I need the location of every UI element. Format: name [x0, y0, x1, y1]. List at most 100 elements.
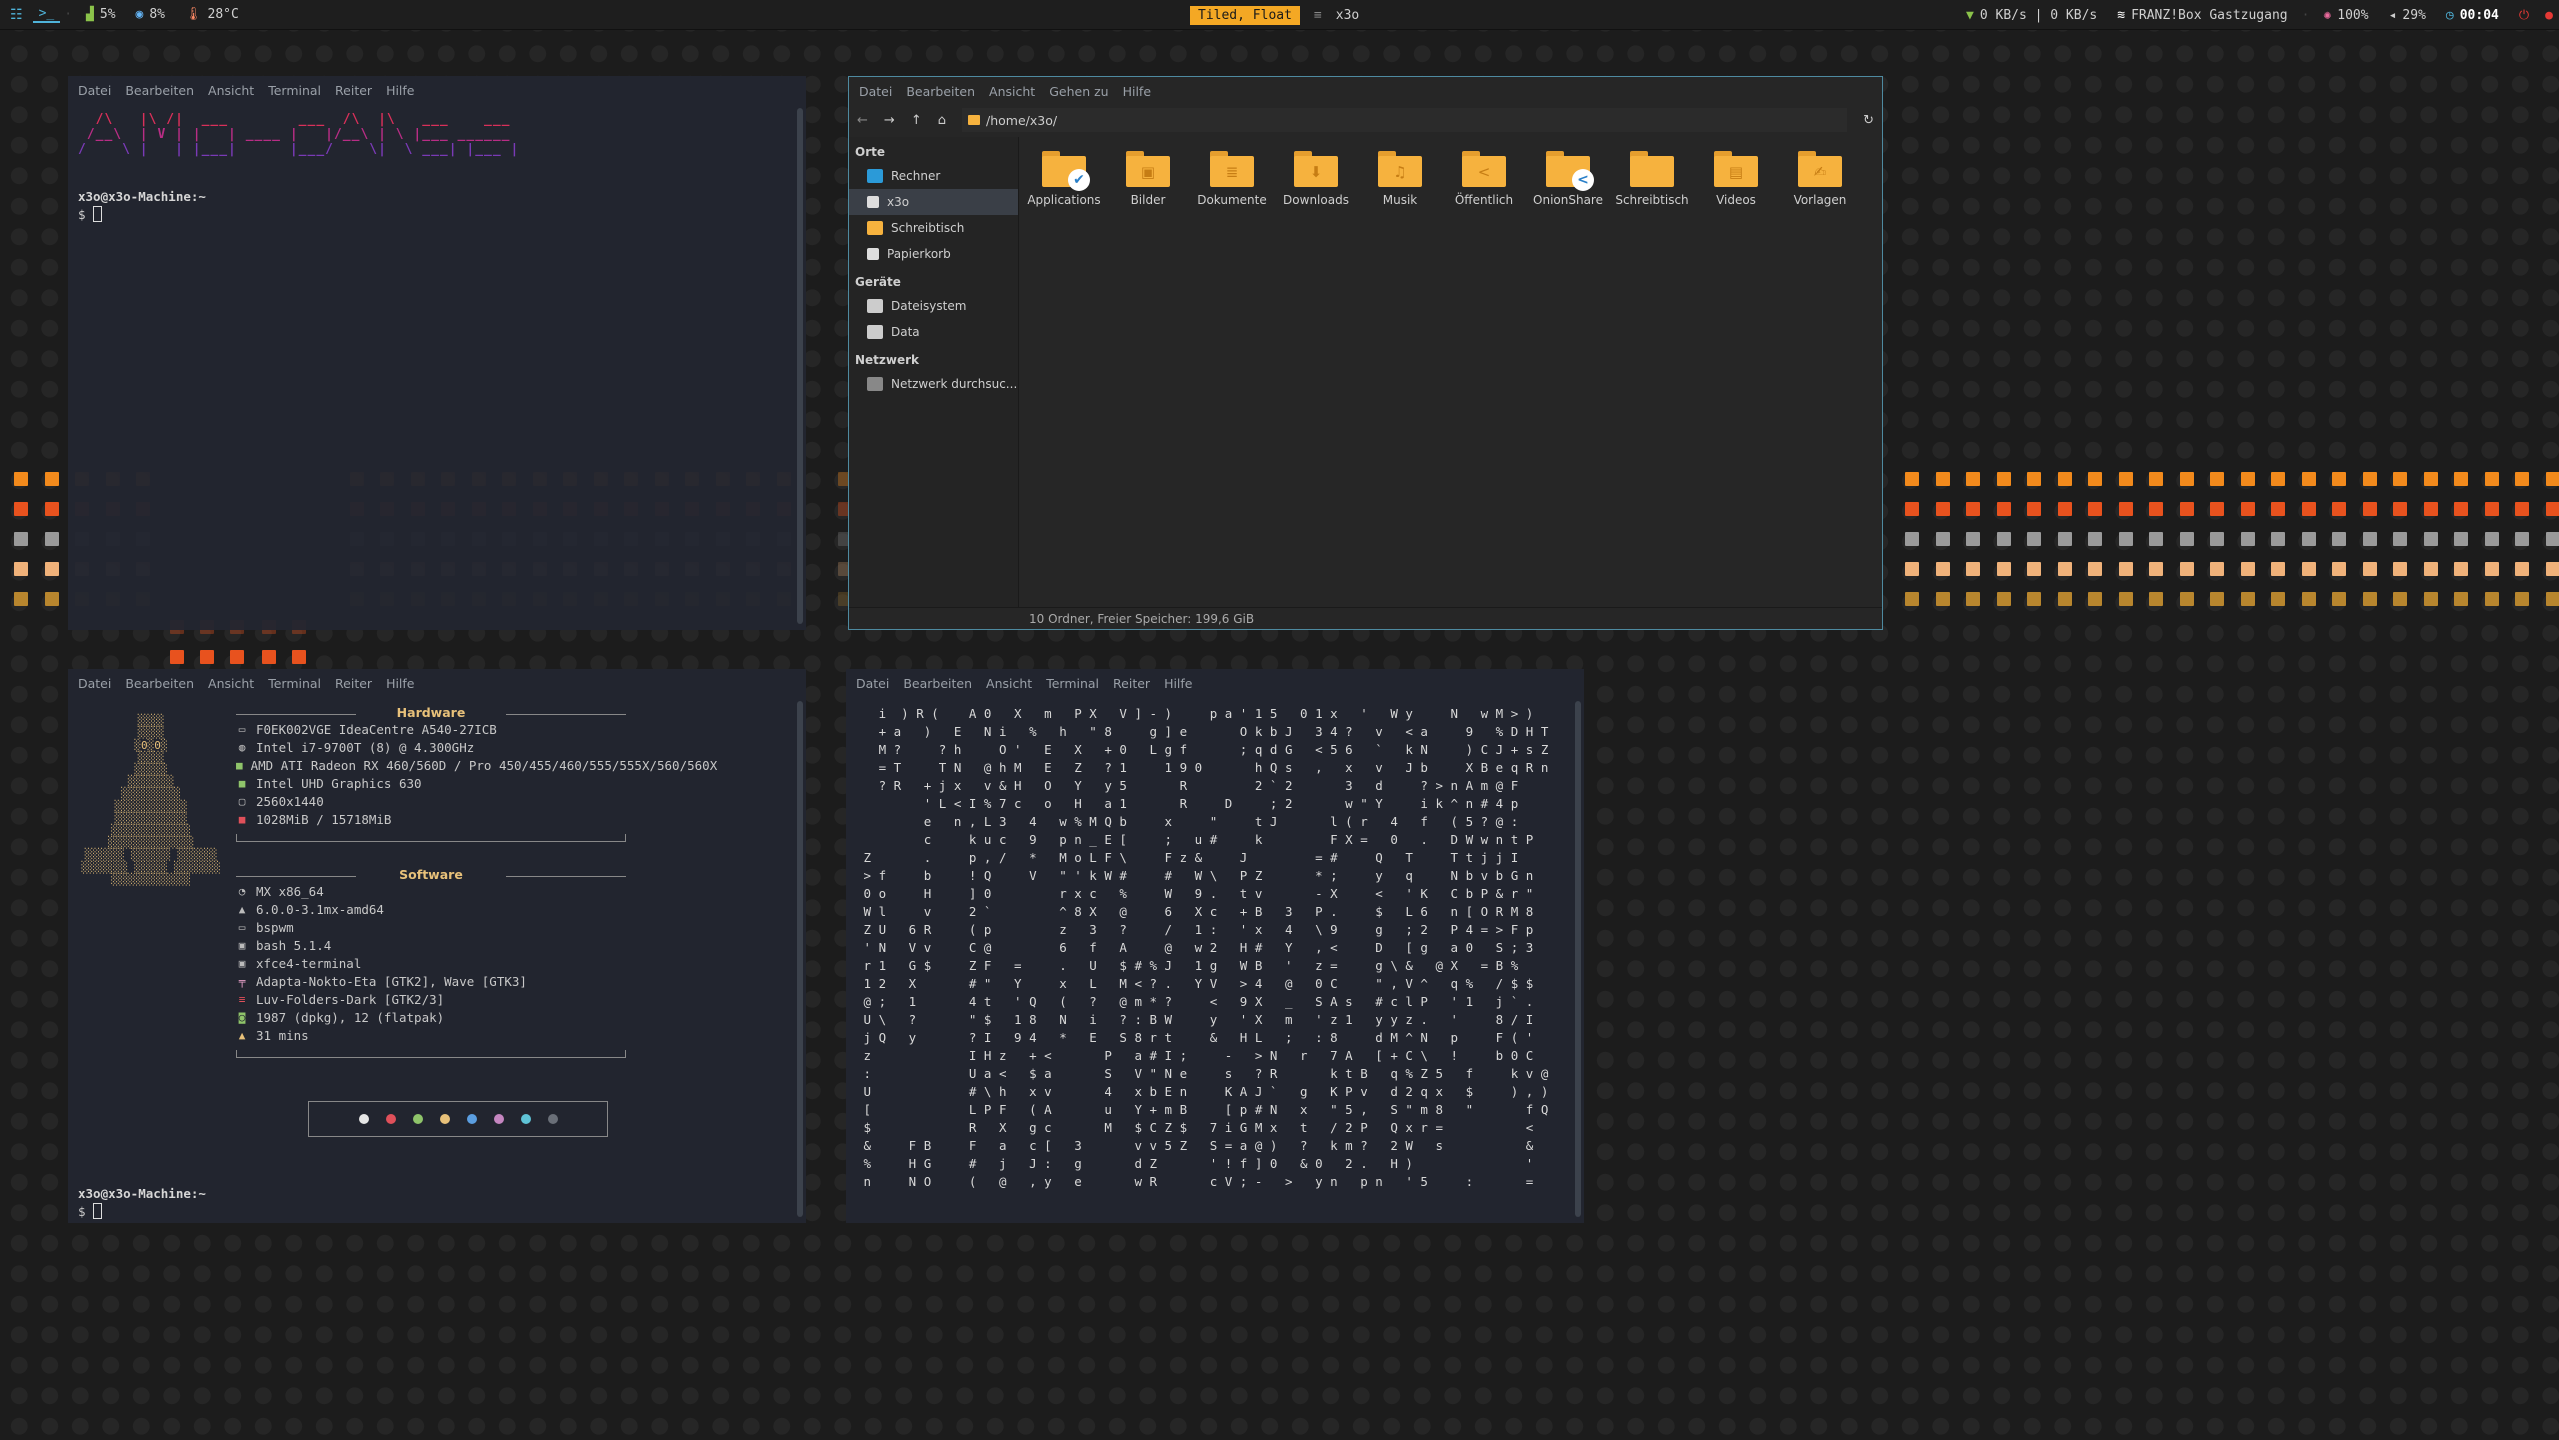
folder-item[interactable]: ▤ Videos — [1697, 151, 1775, 207]
sidebar-item[interactable]: Rechner — [849, 163, 1018, 189]
cpu-value: 5% — [99, 7, 116, 22]
matrix-line: r 1 G $ Z F = . U $ # % J 1 g W B ' z = … — [856, 958, 1519, 973]
menu-item[interactable]: Datei — [856, 676, 889, 691]
visualizer-bar — [2057, 532, 2072, 546]
folder-item[interactable]: < Öffentlich — [1445, 151, 1523, 207]
info-row: ╤ Adapta-Nokto-Eta [GTK2], Wave [GTK3] — [236, 972, 626, 990]
menu-item[interactable]: Datei — [78, 676, 111, 691]
menu-item[interactable]: Ansicht — [986, 676, 1032, 691]
info-row: ■ 1028MiB / 15718MiB — [236, 810, 626, 828]
menu-item[interactable]: Bearbeiten — [903, 676, 972, 691]
terminal-body[interactable]: /\ |\ /| ___ ___ /\ |\ ___ ___ /__\ | V … — [78, 112, 792, 626]
scrollbar-thumb[interactable] — [1575, 701, 1581, 1217]
visualizer-bar — [14, 532, 28, 546]
scrollbar[interactable] — [797, 108, 803, 624]
folder-item[interactable]: Schreibtisch — [1613, 151, 1691, 207]
menu-item[interactable]: Ansicht — [989, 84, 1035, 99]
menu-item[interactable]: Bearbeiten — [906, 84, 975, 99]
terminal-window-2[interactable]: Datei Bearbeiten Ansicht Terminal Reiter Hilf… — [68, 669, 806, 1223]
sidebar-item[interactable]: Papierkorb — [849, 241, 1018, 267]
folder-item[interactable]: < OnionShare — [1529, 151, 1607, 207]
folder-item[interactable]: ≣ Dokumente — [1193, 151, 1271, 207]
scrollbar-thumb[interactable] — [797, 701, 803, 1217]
layout-badge[interactable]: Tiled, Float — [1190, 5, 1300, 25]
scrollbar[interactable] — [1575, 701, 1581, 1217]
neofetch-output: ░░░░ ░░░░ ░0░0░ ░░░░ ░░░░░ ░░░░░░░ ░░░░░… — [76, 703, 792, 1223]
menu-item[interactable]: Reiter — [335, 83, 372, 98]
menu-item[interactable]: Reiter — [335, 676, 372, 691]
menu-item[interactable]: Gehen zu — [1049, 84, 1108, 99]
folder-item[interactable]: ✔ Applications — [1025, 151, 1103, 207]
text-cursor — [93, 206, 103, 222]
menu-item[interactable]: Datei — [859, 84, 892, 99]
sidebar-item[interactable]: Netzwerk durchsuc... — [849, 371, 1018, 397]
visualizer-bar — [2301, 472, 2316, 486]
visualizer-bar — [2210, 592, 2224, 606]
menu-item[interactable]: Hilfe — [1164, 676, 1192, 691]
folder-item[interactable]: ♫ Musik — [1361, 151, 1439, 207]
folder-emblem-icon: < — [1477, 163, 1491, 181]
scrollbar[interactable] — [797, 701, 803, 1217]
menu-item[interactable]: Datei — [78, 83, 111, 98]
volume-indicator[interactable]: ◂ 29% — [2379, 8, 2436, 23]
visualizer-bar — [2301, 502, 2316, 516]
folder-item[interactable]: ✍ Vorlagen — [1781, 151, 1859, 207]
menu-item[interactable]: Bearbeiten — [125, 83, 194, 98]
top-panel: ☷ >_ · ▟ 5% ◉ 8% 🌡 28°C Tiled, Float ≡ x3o … — [0, 0, 2559, 30]
file-manager-window[interactable]: Datei Bearbeiten Ansicht Gehen zu Hilfe ← → … — [848, 76, 1883, 630]
visualizer-bar — [2271, 502, 2285, 516]
back-icon[interactable]: ← — [857, 113, 868, 128]
color-palette — [308, 1101, 608, 1137]
prompt-area[interactable]: x3o@x3o-Machine:~ $ — [78, 1185, 206, 1221]
info-text: MX x86_64 — [256, 883, 324, 899]
up-icon[interactable]: ↑ — [911, 113, 922, 128]
menu-item[interactable]: Ansicht — [208, 676, 254, 691]
info-row: ▭ bspwm — [236, 918, 626, 936]
visualizer-bar — [2393, 592, 2407, 606]
folder-icon: ✍ — [1798, 151, 1842, 187]
terminal-window-1[interactable]: Datei Bearbeiten Ansicht Terminal Reiter Hilf… — [68, 76, 806, 630]
terminal-window-3[interactable]: Datei Bearbeiten Ansicht Terminal Reiter Hilf… — [846, 669, 1584, 1223]
section-border — [236, 1050, 626, 1058]
banner-line — [78, 157, 792, 172]
fm-icon-view[interactable]: ✔ Applications ▣ Bilder ≣ Dokumente ⬇ Downloads… — [1021, 137, 1882, 607]
home-icon[interactable]: ⌂ — [938, 113, 946, 128]
folder-icon: ≣ — [1210, 151, 1254, 187]
folder-item[interactable]: ▣ Bilder — [1109, 151, 1187, 207]
color-swatch — [493, 1114, 504, 1124]
menu-item[interactable]: Ansicht — [208, 83, 254, 98]
menu-item[interactable]: Terminal — [268, 83, 321, 98]
menu-item[interactable]: Hilfe — [386, 676, 414, 691]
menu-item[interactable]: Terminal — [268, 676, 321, 691]
power-button[interactable]: ⏻ — [2509, 8, 2539, 23]
visualizer-bar — [2088, 532, 2102, 546]
location-bar[interactable]: /home/x3o/ — [961, 108, 1848, 132]
menu-item[interactable]: Reiter — [1113, 676, 1150, 691]
matrix-line: j Q y ? I 9 4 * E S 8 r t & H L ; : 8 d … — [856, 1030, 1534, 1045]
visualizer-bar — [2149, 532, 2163, 546]
workspace-menu-button[interactable]: ☷ — [0, 7, 33, 23]
fm-sidebar: Orte Rechner x3o Schreibtisch Papierkorb Gerä… — [849, 137, 1019, 607]
visualizer-bar — [2179, 562, 2194, 576]
folder-item[interactable]: ⬇ Downloads — [1277, 151, 1355, 207]
clock[interactable]: ◷ 00:04 — [2436, 8, 2509, 23]
fm-menubar: Datei Bearbeiten Ansicht Gehen zu Hilfe — [849, 77, 1882, 105]
wifi-indicator[interactable]: ≋ FRANZ!Box Gastzugang — [2107, 8, 2297, 23]
prompt-user: x3o@x3o-Machine:~ — [78, 189, 206, 204]
forward-icon[interactable]: → — [884, 113, 895, 128]
notification-indicator[interactable]: ● — [2539, 8, 2559, 23]
workspace-terminal[interactable]: >_ — [32, 6, 61, 23]
menu-item[interactable]: Terminal — [1046, 676, 1099, 691]
sidebar-item[interactable]: Schreibtisch — [849, 215, 1018, 241]
reload-icon[interactable]: ↻ — [1863, 113, 1874, 128]
menu-item[interactable]: Hilfe — [1123, 84, 1151, 99]
brightness-indicator[interactable]: ✺ 100% — [2313, 8, 2378, 23]
menu-item[interactable]: Hilfe — [386, 83, 414, 98]
scrollbar-thumb[interactable] — [797, 108, 803, 624]
sidebar-item[interactable]: Dateisystem — [849, 293, 1018, 319]
sidebar-item[interactable]: x3o — [849, 189, 1018, 215]
sidebar-item[interactable]: Data — [849, 319, 1018, 345]
visualizer-bar — [170, 650, 184, 664]
menu-item[interactable]: Bearbeiten — [125, 676, 194, 691]
memory-icon: ■ — [238, 812, 246, 826]
